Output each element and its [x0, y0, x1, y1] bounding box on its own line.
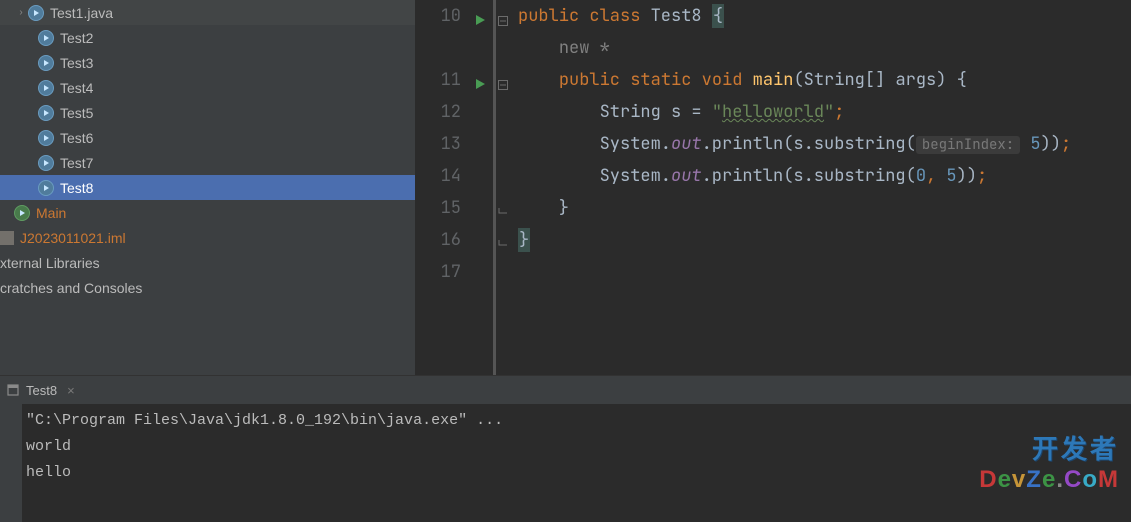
- tree-item-label: Test1.java: [50, 5, 113, 21]
- tree-item[interactable]: Test7: [0, 150, 415, 175]
- code-line[interactable]: }: [518, 224, 1071, 256]
- code-line[interactable]: String s = "helloworld";: [518, 96, 1071, 128]
- code-line[interactable]: public static void main(String[] args) {: [518, 64, 1071, 96]
- tree-item[interactable]: Test2: [0, 25, 415, 50]
- tree-item[interactable]: Test6: [0, 125, 415, 150]
- run-tool-window: Test8 × "C:\Program Files\Java\jdk1.8.0_…: [0, 375, 1131, 522]
- tree-item-label: Test2: [60, 30, 93, 46]
- file-icon: [0, 231, 14, 245]
- close-icon[interactable]: ×: [67, 383, 75, 398]
- code-editor[interactable]: 1011121314151617 public class Test8 { ne…: [415, 0, 1131, 375]
- tree-item[interactable]: Test3: [0, 50, 415, 75]
- tree-item[interactable]: Main: [0, 200, 415, 225]
- expand-icon[interactable]: ›: [14, 7, 28, 18]
- tree-item-label: Test5: [60, 105, 93, 121]
- java-class-icon: [38, 105, 54, 121]
- tree-item-label: Test7: [60, 155, 93, 171]
- fold-icon[interactable]: [496, 6, 510, 38]
- tree-item[interactable]: cratches and Consoles: [0, 275, 415, 300]
- tree-item-label: Main: [36, 205, 66, 221]
- tree-item-label: Test8: [60, 180, 93, 196]
- tree-item-label: Test4: [60, 80, 93, 96]
- run-gutter-icon[interactable]: [473, 13, 487, 27]
- code-line[interactable]: public class Test8 {: [518, 0, 1071, 32]
- run-gutter-icon[interactable]: [473, 77, 487, 91]
- project-tree[interactable]: › Test1.java Test2 Test3 Test4 Test5 Test6 Test…: [0, 0, 415, 375]
- tree-item-label: Test3: [60, 55, 93, 71]
- tree-item[interactable]: Test4: [0, 75, 415, 100]
- java-class-icon: [38, 80, 54, 96]
- code-line[interactable]: new *: [518, 32, 1071, 64]
- fold-icon[interactable]: [496, 230, 510, 262]
- java-class-icon: [38, 30, 54, 46]
- tree-item[interactable]: J2023011021.iml: [0, 225, 415, 250]
- tree-item[interactable]: Test5: [0, 100, 415, 125]
- tree-item[interactable]: Test8: [0, 175, 415, 200]
- java-class-icon: [38, 55, 54, 71]
- code-line[interactable]: }: [518, 192, 1071, 224]
- run-tab-label: Test8: [26, 383, 57, 398]
- java-class-icon: [38, 180, 54, 196]
- run-tab[interactable]: Test8 ×: [6, 383, 75, 398]
- inlay-hint: beginIndex:: [916, 136, 1020, 154]
- code-line[interactable]: System.out.println(s.substring(beginInde…: [518, 128, 1071, 160]
- code-line[interactable]: [518, 256, 1071, 288]
- editor-gutter: 1011121314151617: [415, 0, 471, 375]
- fold-icon[interactable]: [496, 70, 510, 102]
- console-output[interactable]: "C:\Program Files\Java\jdk1.8.0_192\bin\…: [22, 404, 1131, 522]
- java-class-icon: [14, 205, 30, 221]
- tree-item-label: xternal Libraries: [0, 255, 100, 271]
- run-toolbar[interactable]: [0, 404, 22, 522]
- code-line[interactable]: System.out.println(s.substring(0, 5));: [518, 160, 1071, 192]
- tree-item-label: J2023011021.iml: [20, 230, 126, 246]
- fold-icon[interactable]: [496, 198, 510, 230]
- java-class-icon: [38, 155, 54, 171]
- tree-item-label: Test6: [60, 130, 93, 146]
- java-class-icon: [28, 5, 44, 21]
- run-config-icon: [6, 383, 20, 397]
- tree-item[interactable]: xternal Libraries: [0, 250, 415, 275]
- tree-item-label: cratches and Consoles: [0, 280, 142, 296]
- tree-item[interactable]: › Test1.java: [0, 0, 415, 25]
- java-class-icon: [38, 130, 54, 146]
